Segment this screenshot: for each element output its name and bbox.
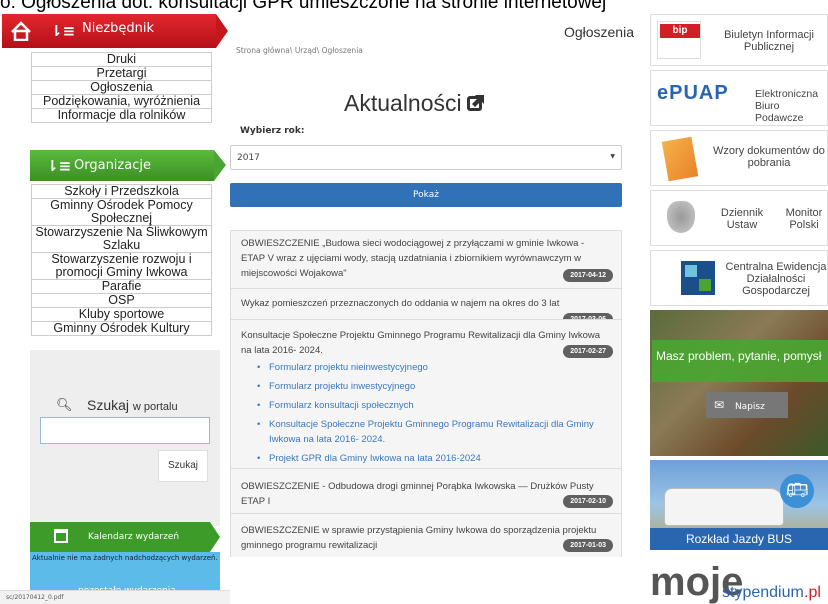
search-panel: 🔍︎ Szukaj w portalu Szukaj [30, 350, 220, 526]
stypendium-logo-c: .pl [804, 584, 821, 601]
bip-label: Biuletyn Informacji Publicznej [724, 29, 814, 53]
page-title: Ogłoszenia [563, 24, 634, 40]
stypendium-banner[interactable]: moje stypendium .pl [650, 556, 828, 604]
niezbednik-item-przetargi[interactable]: Przetargi [32, 66, 211, 80]
breadcrumb[interactable]: Strona główna\ Urząd\ Ogłoszenia [236, 46, 363, 55]
organizacje-item-gops[interactable]: Gminny Ośrodek Pomocy Społecznej [32, 198, 211, 225]
epuap-logo: ePUAP [657, 82, 729, 104]
bus-icon: 🚌︎ [780, 474, 814, 508]
news-item-text[interactable]: OBWIESZCZENIE - Odbudowa drogi gminnej P… [241, 481, 594, 507]
status-bar-url: sc/20170412_0.pdf [0, 590, 230, 604]
write-label: Napisz [734, 402, 765, 412]
ceidg-label: Centralna Ewidencja Działalności Gospoda… [725, 261, 827, 297]
date-badge: 2017-01-03 [563, 539, 613, 552]
attachment-link[interactable]: Formularz konsultacji społecznych [241, 398, 609, 413]
search-title: Szukaj w portalu [87, 397, 178, 413]
news-item[interactable]: OBWIESZCZENIE „Budowa sieci wodociągowej… [231, 231, 621, 288]
left-sidebar: ⇂≡ Niezbędnik Druki Przetargi Ogłoszenia… [0, 0, 230, 604]
envelope-icon: ✉ [714, 398, 725, 412]
bus-banner[interactable]: 🚌︎ Rozkład Jazdy BUS [650, 460, 828, 550]
list-icon: ⇂≡ [46, 157, 72, 175]
monitor-label: Monitor Polski [785, 207, 823, 231]
bus-image [664, 488, 784, 526]
dropdown-arrow-icon: ▼ [610, 153, 615, 160]
year-select[interactable]: 2017 ▼ [230, 145, 622, 170]
write-button[interactable]: ✉ Napisz [706, 392, 788, 418]
dziennik-label: Dziennik Ustaw [720, 207, 764, 231]
attachment-link[interactable]: Formularz projektu nieinwestycyjnego [241, 360, 609, 375]
news-list: OBWIESZCZENIE „Budowa sieci wodociągowej… [230, 230, 622, 557]
wzory-label: Wzory dokumentów do pobrania [713, 145, 825, 169]
document-icon [661, 136, 699, 182]
main-content: Ogłoszenia Strona główna\ Urząd\ Ogłosze… [228, 0, 640, 604]
eagle-emblem-icon [667, 201, 695, 233]
news-heading: Aktualności [344, 90, 486, 117]
organizacje-item-kluby[interactable]: Kluby sportowe [32, 307, 211, 321]
ceidg-banner[interactable]: Centralna Ewidencja Działalności Gospoda… [650, 250, 828, 306]
niezbednik-label: Niezbędnik [82, 21, 155, 36]
stypendium-logo-b: stypendium [722, 584, 804, 601]
niezbednik-item-rolnicy[interactable]: Informacje dla rolników [32, 108, 211, 122]
dziennik-banner[interactable]: Dziennik Ustaw Monitor Polski [650, 190, 828, 246]
calendar-label: Kalendarz wydarzeń [88, 532, 180, 542]
organizacje-item-szkoly[interactable]: Szkoły i Przedszkola [32, 185, 211, 198]
organizacje-item-parafie[interactable]: Parafie [32, 279, 211, 293]
date-badge: 2017-02-27 [563, 345, 613, 358]
bip-logo: bip [657, 21, 701, 59]
attachment-link[interactable]: Konsultacje Społeczne Projektu Gminnego … [241, 417, 609, 447]
date-badge: 2017-04-12 [563, 269, 613, 282]
attachment-link[interactable]: Projekt GPR dla Gminy Iwkowa na lata 201… [241, 451, 609, 466]
organizacje-item-osp[interactable]: OSP [32, 293, 211, 307]
niezbednik-item-ogloszenia[interactable]: Ogłoszenia [32, 80, 211, 94]
news-item-text[interactable]: OBWIESZCZENIE w sprawie przystąpienia Gm… [241, 525, 596, 551]
organizacje-label: Organizacje [74, 158, 151, 173]
list-icon: ⇂≡ [50, 22, 76, 40]
niezbednik-item-podziekowania[interactable]: Podziękowania, wyróżnienia [32, 94, 211, 108]
organizacje-item-gok[interactable]: Gminny Ośrodek Kultury [32, 321, 211, 335]
wzory-banner[interactable]: Wzory dokumentów do pobrania [650, 130, 828, 186]
news-item[interactable]: Wykaz pomieszczeń przeznaczonych do odda… [231, 288, 621, 319]
date-badge: 2017-02-10 [563, 495, 613, 508]
epuap-banner[interactable]: ePUAP Elektroniczna Biuro Podawcze [650, 70, 828, 126]
organizacje-item-rozwoj[interactable]: Stowarzyszenie rozwoju i promocji Gminy … [32, 252, 211, 279]
organizacje-item-szlak[interactable]: Stowarzyszenie Na Śliwkowym Szlaku [32, 225, 211, 252]
organizacje-list: Szkoły i Przedszkola Gminny Ośrodek Pomo… [31, 184, 212, 336]
external-link-icon[interactable] [466, 93, 486, 113]
bip-banner[interactable]: bip Biuletyn Informacji Publicznej [650, 14, 828, 66]
right-sidebar: bip Biuletyn Informacji Publicznej ePUAP… [648, 0, 828, 604]
epuap-label: Elektroniczna Biuro Podawcze [755, 88, 819, 124]
news-item[interactable]: OBWIESZCZENIE w sprawie przystąpienia Gm… [231, 513, 621, 557]
niezbednik-list: Druki Przetargi Ogłoszenia Podziękowania… [31, 52, 212, 123]
attachment-list: Formularz projektu nieinwestycyjnego For… [241, 360, 609, 466]
ceidg-logo [681, 261, 715, 295]
home-icon[interactable] [10, 21, 32, 41]
search-input[interactable] [40, 417, 210, 444]
attachment-link[interactable]: Formularz projektu inwestycyjnego [241, 379, 609, 394]
search-icon: 🔍︎ [56, 398, 73, 413]
calendar-icon [54, 529, 68, 543]
news-item[interactable]: Konsultacje Społeczne Projektu Gminnego … [231, 319, 621, 468]
niezbednik-item-druki[interactable]: Druki [32, 53, 211, 66]
news-item-text[interactable]: OBWIESZCZENIE „Budowa sieci wodociągowej… [241, 238, 584, 279]
organizacje-header[interactable]: ⇂≡ Organizacje [30, 150, 226, 181]
news-item-text[interactable]: Wykaz pomieszczeń przeznaczonych do odda… [241, 298, 559, 309]
bus-label: Rozkład Jazdy BUS [650, 528, 828, 550]
news-item-text[interactable]: Konsultacje Społeczne Projektu Gminnego … [241, 330, 600, 356]
niezbednik-header[interactable]: ⇂≡ Niezbędnik [2, 14, 228, 48]
calendar-empty-text: Aktualnie nie ma żadnych nadchodzących w… [32, 554, 218, 562]
year-label: Wybierz rok: [240, 126, 305, 136]
news-item[interactable]: OBWIESZCZENIE - Odbudowa drogi gminnej P… [231, 468, 621, 513]
contact-text: Masz problem, pytanie, pomysł [656, 349, 822, 363]
contact-banner[interactable]: Masz problem, pytanie, pomysł ✉ Napisz [650, 310, 828, 456]
calendar-header[interactable]: Kalendarz wydarzeń [30, 522, 220, 552]
search-button[interactable]: Szukaj [158, 450, 208, 482]
show-button[interactable]: Pokaż [230, 183, 622, 207]
